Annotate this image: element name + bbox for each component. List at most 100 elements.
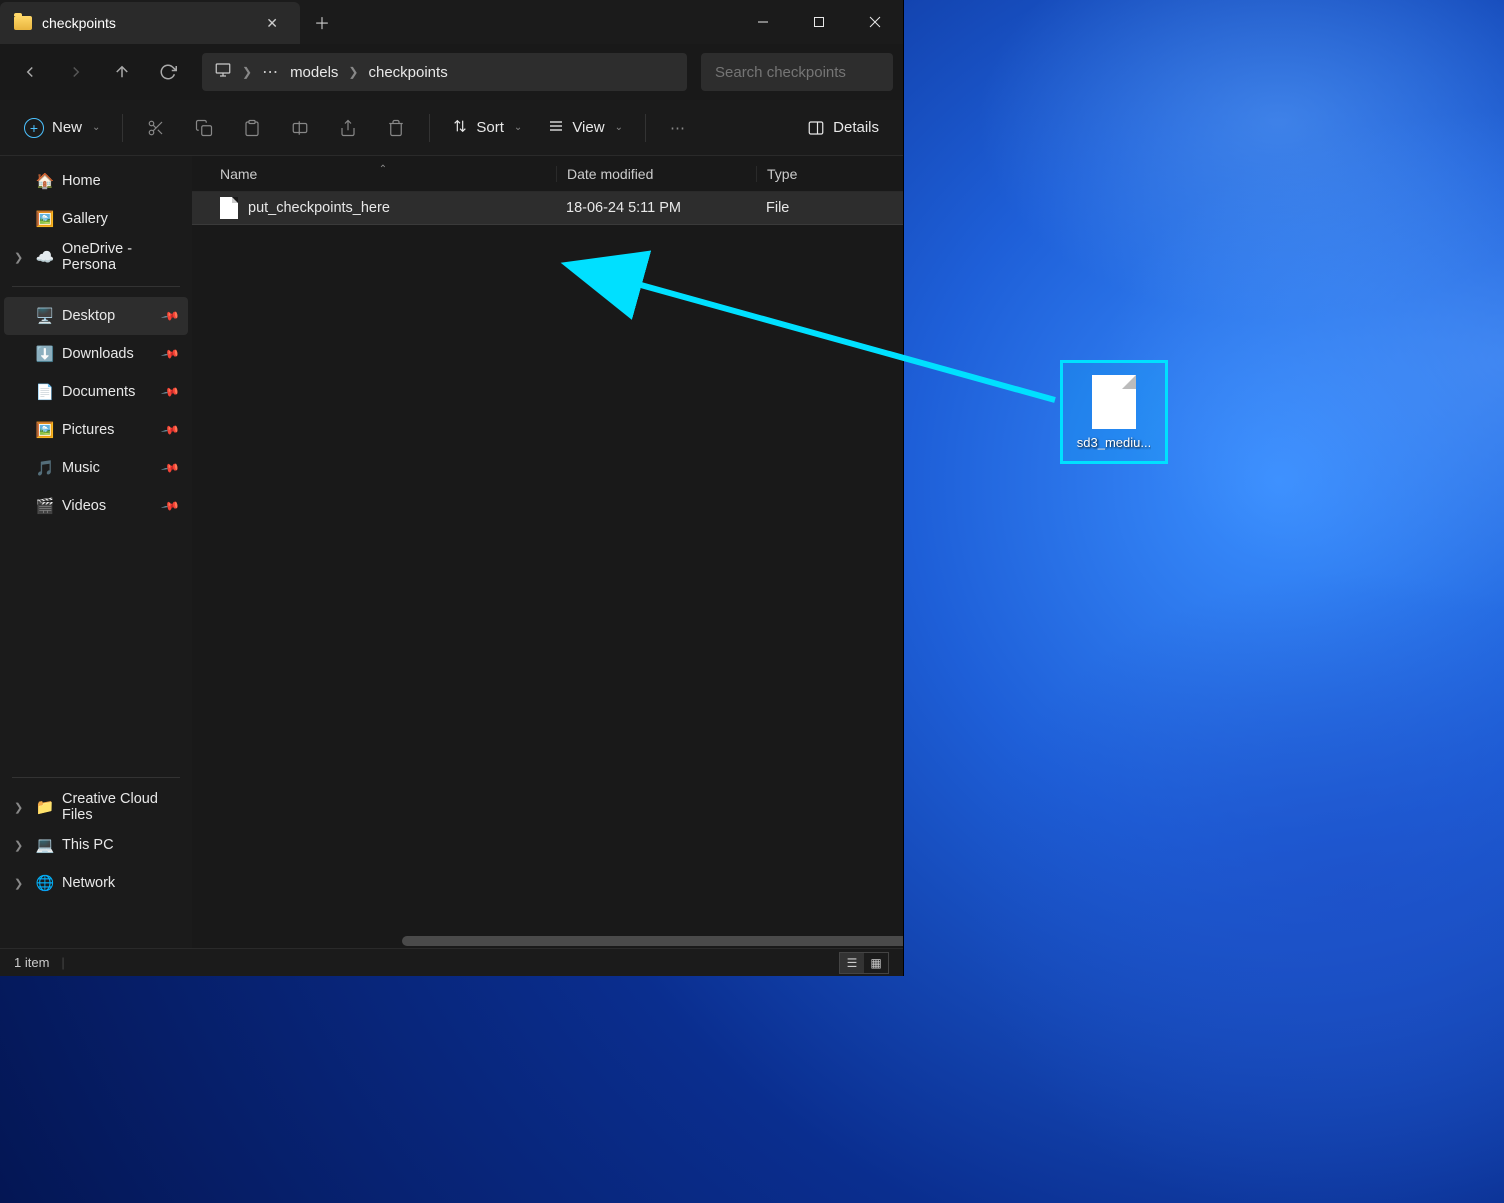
view-label: View (572, 119, 604, 136)
sidebar-item-label: OneDrive - Persona (62, 241, 180, 273)
desktop-file-sd3[interactable]: sd3_mediu... (1060, 360, 1168, 464)
details-pane-button[interactable]: Details (797, 109, 889, 147)
search-box[interactable] (701, 53, 893, 91)
pin-icon: 📌 (160, 496, 180, 516)
chevron-right-icon: ❯ (348, 65, 358, 79)
cloud-icon: ☁️ (36, 248, 54, 266)
file-name: put_checkpoints_here (248, 200, 390, 216)
status-bar: 1 item | ☰ ▦ (0, 948, 903, 976)
more-button[interactable]: ⋯ (658, 109, 697, 147)
sidebar-item-videos[interactable]: 🎬 Videos 📌 (4, 487, 188, 525)
scrollbar-thumb[interactable] (402, 936, 903, 946)
search-input[interactable] (715, 64, 879, 81)
chevron-down-icon: ⌄ (615, 122, 623, 133)
close-tab-button[interactable]: ✕ (258, 11, 286, 36)
rename-button[interactable] (279, 109, 321, 147)
pin-icon: 📌 (160, 420, 180, 440)
column-type[interactable]: Type (756, 166, 903, 182)
view-button[interactable]: View ⌄ (538, 109, 633, 147)
titlebar: checkpoints ✕ ＋ (0, 0, 903, 44)
sidebar-item-label: Creative Cloud Files (62, 791, 180, 823)
maximize-button[interactable] (791, 0, 847, 44)
delete-button[interactable] (375, 109, 417, 147)
pin-icon: 📌 (160, 344, 180, 364)
file-icon (220, 197, 238, 219)
pin-icon: 📌 (160, 382, 180, 402)
divider (12, 286, 180, 287)
column-name[interactable]: Name⌃ (210, 166, 556, 182)
pin-icon: 📌 (160, 306, 180, 326)
sidebar-item-this-pc[interactable]: ❯ 💻 This PC (4, 826, 188, 864)
sidebar-item-label: Videos (62, 498, 106, 514)
desktop-file-name: sd3_mediu... (1077, 435, 1151, 450)
new-button[interactable]: + New ⌄ (14, 109, 110, 147)
sort-ascending-icon: ⌃ (379, 164, 387, 175)
pc-icon (214, 61, 232, 84)
sidebar-item-label: This PC (62, 837, 114, 853)
sidebar-item-pictures[interactable]: 🖼️ Pictures 📌 (4, 411, 188, 449)
navigation-pane: 🏠 Home 🖼️ Gallery ❯ ☁️ OneDrive - Persona 🖥️… (0, 156, 192, 948)
home-icon: 🏠 (36, 172, 54, 190)
sidebar-item-label: Network (62, 875, 115, 891)
chevron-right-icon: ❯ (14, 251, 23, 264)
video-icon: 🎬 (36, 497, 54, 515)
sort-button[interactable]: Sort ⌄ (442, 109, 532, 147)
details-view-button[interactable]: ☰ (840, 953, 864, 973)
desktop-icon: 🖥️ (36, 307, 54, 325)
sidebar-item-label: Gallery (62, 211, 108, 227)
breadcrumb-overflow[interactable]: ⋯ (262, 62, 280, 82)
back-button[interactable] (10, 52, 50, 92)
sidebar-item-music[interactable]: 🎵Music📌 (4, 449, 188, 487)
new-tab-button[interactable]: ＋ (300, 0, 344, 44)
address-bar[interactable]: ❯ ⋯ models ❯ checkpoints (202, 53, 687, 91)
copy-button[interactable] (183, 109, 225, 147)
sidebar-item-label: Documents (62, 384, 135, 400)
chevron-down-icon: ⌄ (92, 122, 100, 133)
navigation-bar: ❯ ⋯ models ❯ checkpoints (0, 44, 903, 100)
pc-icon: 💻 (36, 836, 54, 854)
sidebar-item-creative-cloud[interactable]: ❯📁Creative Cloud Files (4, 788, 188, 826)
sidebar-item-label: Home (62, 173, 101, 189)
sidebar-item-label: Downloads (62, 346, 134, 362)
refresh-button[interactable] (148, 52, 188, 92)
tab-checkpoints[interactable]: checkpoints ✕ (0, 2, 300, 44)
close-window-button[interactable] (847, 0, 903, 44)
sidebar-item-onedrive[interactable]: ❯ ☁️ OneDrive - Persona (4, 238, 188, 276)
breadcrumb-checkpoints[interactable]: checkpoints (368, 64, 447, 81)
share-button[interactable] (327, 109, 369, 147)
sidebar-item-label: Pictures (62, 422, 114, 438)
picture-icon: 🖼️ (36, 421, 54, 439)
item-count: 1 item (14, 955, 49, 970)
forward-button[interactable] (56, 52, 96, 92)
sidebar-item-network[interactable]: ❯🌐Network (4, 864, 188, 902)
sidebar-item-documents[interactable]: 📄 Documents 📌 (4, 373, 188, 411)
breadcrumb-models[interactable]: models (290, 64, 338, 81)
up-button[interactable] (102, 52, 142, 92)
sidebar-item-home[interactable]: 🏠 Home (4, 162, 188, 200)
file-type: File (756, 200, 903, 216)
folder-icon (14, 16, 32, 30)
thumbnails-view-button[interactable]: ▦ (864, 953, 888, 973)
horizontal-scrollbar[interactable] (192, 934, 903, 948)
sidebar-item-desktop[interactable]: 🖥️Desktop📌 (4, 297, 188, 335)
column-date[interactable]: Date modified (556, 166, 756, 182)
file-explorer-window: checkpoints ✕ ＋ ❯ ⋯ models ❯ checkpoints (0, 0, 904, 976)
sidebar-item-downloads[interactable]: ⬇️ Downloads 📌 (4, 335, 188, 373)
chevron-right-icon: ❯ (14, 801, 23, 814)
paste-button[interactable] (231, 109, 273, 147)
file-rows: put_checkpoints_here 18-06-24 5:11 PM Fi… (192, 192, 903, 934)
chevron-right-icon: ❯ (14, 877, 23, 890)
gallery-icon: 🖼️ (36, 210, 54, 228)
document-icon: 📄 (36, 383, 54, 401)
sidebar-item-gallery[interactable]: 🖼️ Gallery (4, 200, 188, 238)
window-controls (735, 0, 903, 44)
file-row[interactable]: put_checkpoints_here 18-06-24 5:11 PM Fi… (192, 192, 903, 224)
details-pane-icon (807, 119, 825, 137)
file-date: 18-06-24 5:11 PM (556, 200, 756, 216)
tab-title: checkpoints (42, 15, 248, 31)
chevron-right-icon: ❯ (14, 839, 23, 852)
sort-label: Sort (476, 119, 504, 136)
minimize-button[interactable] (735, 0, 791, 44)
download-icon: ⬇️ (36, 345, 54, 363)
cut-button[interactable] (135, 109, 177, 147)
